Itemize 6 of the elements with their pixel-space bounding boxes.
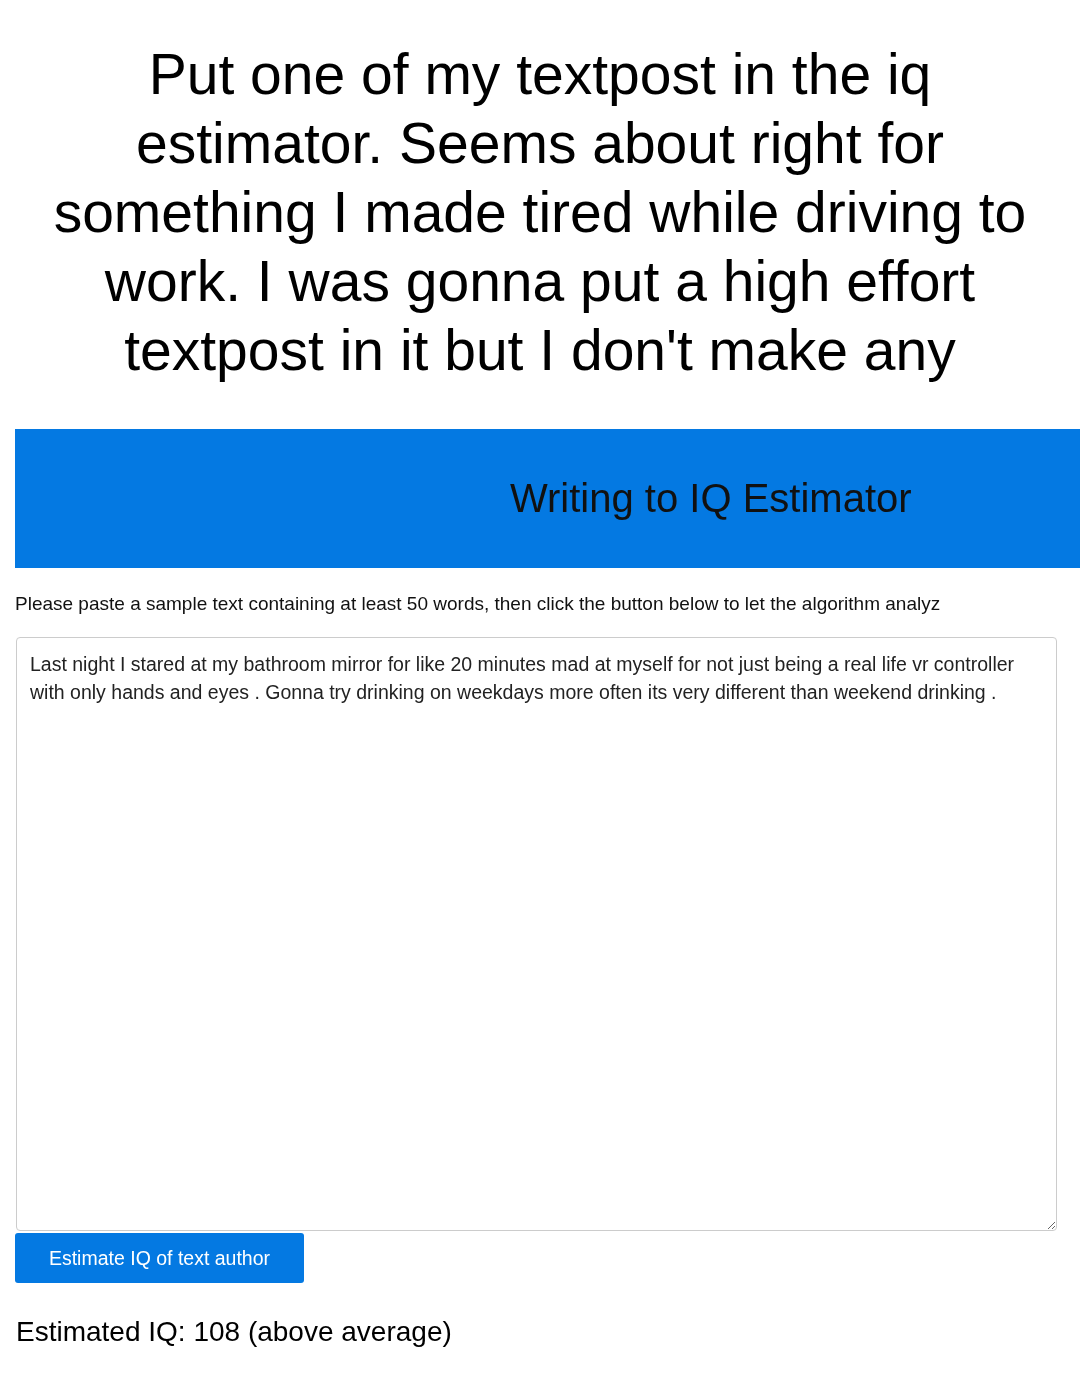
estimate-button[interactable]: Estimate IQ of text author xyxy=(15,1233,304,1283)
result-text: Estimated IQ: 108 (above average) xyxy=(16,1316,453,1348)
page-title: Writing to IQ Estimator xyxy=(510,476,912,521)
caption-text: Put one of my textpost in the iq estimator. Seems about right for something I made tired while driving to work. I was gonna put a high effort textpost in it but I don't make any xyxy=(52,41,1028,384)
instructions-text: Please paste a sample text containing at least 50 words, then click the button below to let the algorithm analyz xyxy=(15,593,942,615)
text-input-field[interactable]: Last night I stared at my bathroom mirror for like 20 minutes mad at myself for not just being a real life vr controller with only hands and eyes . Gonna try drinking on weekdays more often its very different than weekend drinking . xyxy=(16,637,1057,1231)
